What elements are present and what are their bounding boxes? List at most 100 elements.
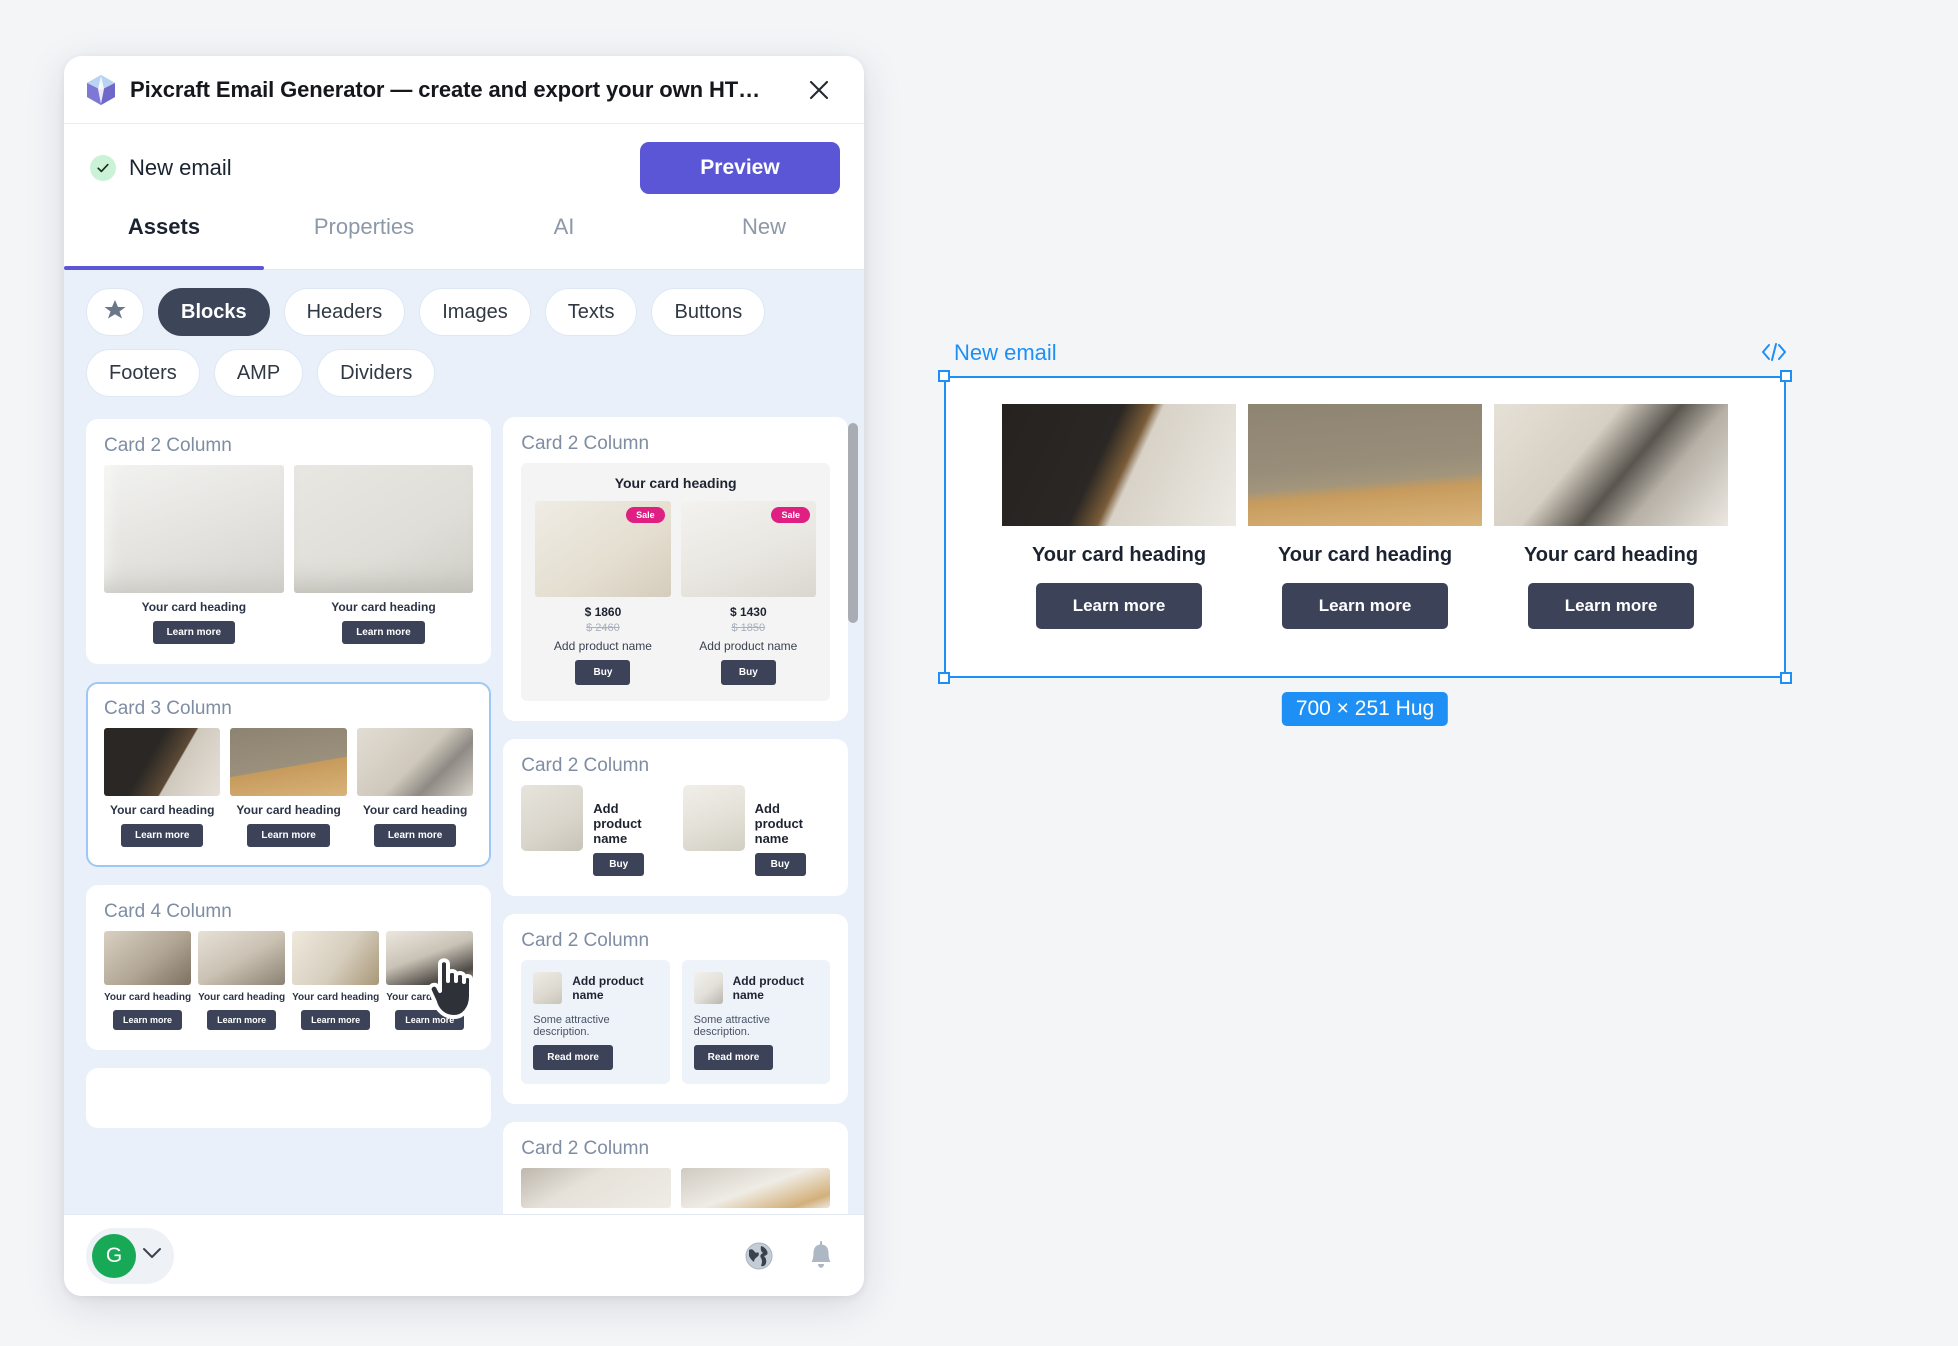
mini-card: Your card heading Learn more bbox=[104, 465, 284, 644]
mini-card-button[interactable]: Learn more bbox=[395, 1010, 465, 1030]
preview-button[interactable]: Preview bbox=[640, 142, 840, 194]
asset-title: Card 2 Column bbox=[104, 435, 232, 456]
product-name: Add product name bbox=[699, 639, 798, 653]
globe-icon[interactable] bbox=[744, 1241, 774, 1271]
resize-handle-bottom-right[interactable] bbox=[1780, 672, 1792, 684]
asset-item-card-3-column[interactable]: Card 3 Column Your card heading Learn mo… bbox=[86, 682, 492, 867]
sale-badge: Sale bbox=[626, 507, 665, 523]
asset-item-partial[interactable]: Card 2 Column bbox=[503, 1122, 848, 1214]
mini-card-heading: Your card heading bbox=[292, 992, 380, 1003]
canvas-frame-label[interactable]: New email bbox=[954, 340, 1057, 366]
mini-card: Your card heading Learn more bbox=[104, 931, 192, 1030]
mini-card-button[interactable]: Learn more bbox=[247, 824, 330, 847]
mini-card-heading: Your card heading bbox=[236, 803, 341, 817]
product-price: $ 1860 bbox=[584, 605, 622, 619]
star-icon bbox=[104, 299, 126, 326]
chip-footers[interactable]: Footers bbox=[86, 349, 200, 397]
chip-buttons[interactable]: Buttons bbox=[651, 288, 766, 336]
code-brackets-icon[interactable] bbox=[1760, 342, 1788, 362]
product-price: $ 1430 bbox=[729, 605, 767, 619]
tab-assets[interactable]: Assets bbox=[64, 212, 264, 270]
read-more-button[interactable]: Read more bbox=[533, 1045, 613, 1070]
footer-icons bbox=[744, 1241, 834, 1271]
email-card-heading: Your card heading bbox=[1277, 544, 1453, 566]
email-card-button[interactable]: Learn more bbox=[1528, 583, 1694, 629]
tab-properties[interactable]: Properties bbox=[264, 212, 464, 269]
tab-ai[interactable]: AI bbox=[464, 212, 664, 269]
size-badge: 700 × 251 Hug bbox=[1281, 692, 1449, 726]
asset-title: Card 2 Column bbox=[521, 433, 650, 454]
product-name: Add product name bbox=[732, 974, 804, 1002]
asset-item-card-2-column-description[interactable]: Card 2 Column Add product name Some attr… bbox=[503, 914, 848, 1104]
product-row: Add product name Buy bbox=[682, 785, 830, 876]
mini-card-button[interactable]: Learn more bbox=[152, 621, 236, 644]
chip-texts[interactable]: Texts bbox=[544, 288, 638, 336]
panel-footer: G bbox=[64, 1214, 864, 1296]
mini-card: Your card heading Learn more bbox=[292, 931, 380, 1030]
buy-button[interactable]: Buy bbox=[575, 660, 631, 685]
mini-card: Your card heading Learn more bbox=[104, 728, 221, 847]
product-name: Add product name bbox=[593, 801, 642, 846]
sale-product: Sale $ 1860 $ 2460 Add product name Buy bbox=[535, 501, 671, 685]
email-card-row: Your card heading Learn more Your card h… bbox=[946, 378, 1784, 629]
asset-column-right: Card 2 Column Your card heading Sale $ 1… bbox=[503, 417, 848, 1214]
resize-handle-top-left[interactable] bbox=[938, 370, 950, 382]
read-more-button[interactable]: Read more bbox=[693, 1045, 774, 1070]
product-price-old: $ 2460 bbox=[586, 622, 620, 634]
asset-title: Card 2 Column bbox=[521, 930, 650, 951]
product-price-old: $ 1850 bbox=[731, 622, 766, 634]
asset-list-scrollbar-thumb[interactable] bbox=[848, 423, 858, 623]
mini-card-button[interactable]: Learn more bbox=[207, 1010, 277, 1030]
asset-item-card-2-column-sale[interactable]: Card 2 Column Your card heading Sale $ 1… bbox=[503, 417, 848, 721]
mini-card-button[interactable]: Learn more bbox=[373, 824, 457, 847]
buy-button[interactable]: Buy bbox=[754, 853, 806, 876]
asset-item-partial[interactable] bbox=[86, 1068, 492, 1128]
email-card-image bbox=[1002, 404, 1236, 526]
document-bar: New email Preview bbox=[64, 124, 864, 212]
asset-list-scrollbar-track[interactable] bbox=[848, 417, 858, 1208]
canvas-selection-frame[interactable]: Your card heading Learn more Your card h… bbox=[938, 370, 1792, 684]
asset-item-card-2-column[interactable]: Card 2 Column Your card heading Learn mo… bbox=[86, 419, 492, 664]
email-card-heading: Your card heading bbox=[1523, 544, 1699, 566]
resize-handle-top-right[interactable] bbox=[1780, 370, 1792, 382]
chip-blocks[interactable]: Blocks bbox=[158, 288, 270, 336]
close-icon[interactable] bbox=[802, 73, 836, 107]
asset-title: Card 2 Column bbox=[521, 755, 650, 776]
tab-new[interactable]: New bbox=[664, 212, 864, 269]
window-title: Pixcraft Email Generator — create and ex… bbox=[130, 76, 761, 102]
chip-amp[interactable]: AMP bbox=[213, 349, 304, 397]
email-card[interactable]: Your card heading Learn more bbox=[1248, 404, 1482, 629]
buy-button[interactable]: Buy bbox=[593, 853, 645, 876]
email-card-button[interactable]: Learn more bbox=[1282, 583, 1448, 629]
asset-column-left: Card 2 Column Your card heading Learn mo… bbox=[86, 419, 492, 1214]
sale-card-heading: Your card heading bbox=[614, 475, 737, 491]
mini-card-button[interactable]: Learn more bbox=[120, 824, 204, 847]
asset-item-card-4-column[interactable]: Card 4 Column Your card heading Learn mo… bbox=[86, 885, 492, 1050]
mini-card-button[interactable]: Learn more bbox=[301, 1010, 371, 1030]
mini-card-heading: Your card heading bbox=[109, 803, 215, 817]
email-card[interactable]: Your card heading Learn more bbox=[1002, 404, 1236, 629]
email-card-button[interactable]: Learn more bbox=[1036, 583, 1202, 629]
asset-list-scroll-area: Card 2 Column Your card heading Learn mo… bbox=[64, 411, 864, 1214]
email-card[interactable]: Your card heading Learn more bbox=[1494, 404, 1728, 629]
chip-favorites[interactable] bbox=[86, 288, 144, 336]
asset-item-card-2-column-horizontal[interactable]: Card 2 Column Add product name Buy Add p… bbox=[503, 739, 848, 896]
chip-headers[interactable]: Headers bbox=[283, 288, 406, 336]
email-canvas: New email Your card heading Learn more Y… bbox=[938, 340, 1792, 726]
buy-button[interactable]: Buy bbox=[720, 660, 776, 685]
bell-icon[interactable] bbox=[808, 1241, 834, 1270]
mini-card-button[interactable]: Learn more bbox=[113, 1010, 183, 1030]
product-name: Add product name bbox=[754, 801, 804, 846]
chip-dividers[interactable]: Dividers bbox=[317, 349, 436, 397]
mini-card: Your card heading Learn more bbox=[356, 728, 474, 847]
document-name: New email bbox=[129, 155, 232, 180]
account-menu-button[interactable]: G bbox=[86, 1227, 174, 1284]
mini-card: Your card heading Learn more bbox=[386, 931, 474, 1030]
resize-handle-bottom-left[interactable] bbox=[938, 672, 950, 684]
mini-card-button[interactable]: Learn more bbox=[342, 621, 425, 644]
mini-card-heading: Your card heading bbox=[198, 992, 286, 1003]
chip-images[interactable]: Images bbox=[419, 288, 531, 336]
check-circle-icon bbox=[90, 155, 116, 181]
mini-card-heading: Your card heading bbox=[362, 803, 468, 817]
product-description: Some attractive description. bbox=[533, 1014, 610, 1038]
